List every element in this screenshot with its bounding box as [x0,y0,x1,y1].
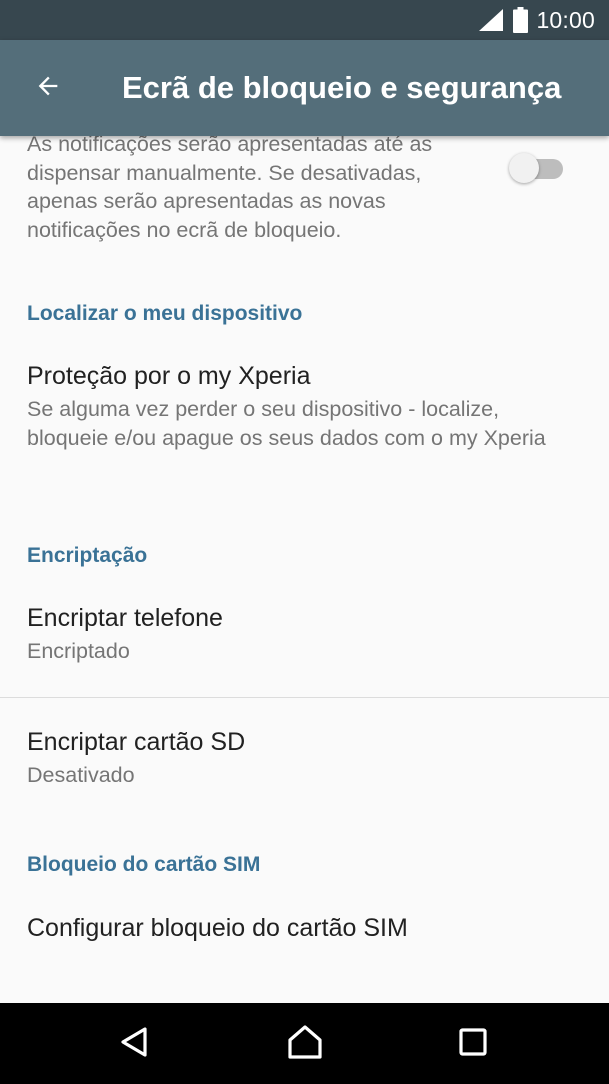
back-icon [118,1025,152,1064]
pref-summary: Desativado [27,763,135,787]
nav-recents-button[interactable] [443,1017,503,1071]
page-title: Ecrã de bloqueio e segurança [122,70,562,105]
notifications-toggle[interactable] [509,153,565,183]
navigation-bar [0,1003,609,1084]
nav-home-button[interactable] [275,1017,335,1071]
app-bar: Ecrã de bloqueio e segurança [0,40,609,136]
pref-title: Proteção por o my Xperia [27,362,311,390]
arrow-back-icon [34,72,62,105]
pref-my-xperia-protection[interactable]: Proteção por o my Xperia Se alguma vez p… [0,360,609,452]
section-header-find-device: Localizar o meu dispositivo [27,302,303,325]
settings-list[interactable]: As notificações serão apresentadas até a… [0,136,609,1003]
pref-sim-lock-setup[interactable]: Configurar bloqueio do cartão SIM [0,912,609,944]
status-icons: 10:00 [478,0,595,40]
pref-encrypt-sd-card[interactable]: Encriptar cartão SD Desativado [0,726,609,790]
pref-title: Encriptar cartão SD [27,728,246,756]
nav-back-button[interactable] [105,1017,165,1071]
back-button[interactable] [20,64,76,112]
pref-title: Configurar bloqueio do cartão SIM [27,914,408,942]
section-header-sim-lock: Bloqueio do cartão SIM [27,853,261,876]
notifications-description: As notificações serão apresentadas até a… [27,136,433,242]
section-header-encryption: Encriptação [27,544,148,567]
status-time: 10:00 [536,6,595,33]
toggle-thumb [509,153,539,183]
pref-encrypt-phone[interactable]: Encriptar telefone Encriptado [0,602,609,666]
recents-icon [458,1027,488,1062]
pref-title: Encriptar telefone [27,604,223,632]
pref-summary: Se alguma vez perder o seu dispositivo -… [27,397,546,450]
battery-icon [513,7,529,33]
status-bar: 10:00 [0,0,609,40]
pref-summary: Encriptado [27,639,130,663]
signal-icon [478,8,504,32]
divider [0,697,609,698]
home-icon [287,1024,323,1065]
